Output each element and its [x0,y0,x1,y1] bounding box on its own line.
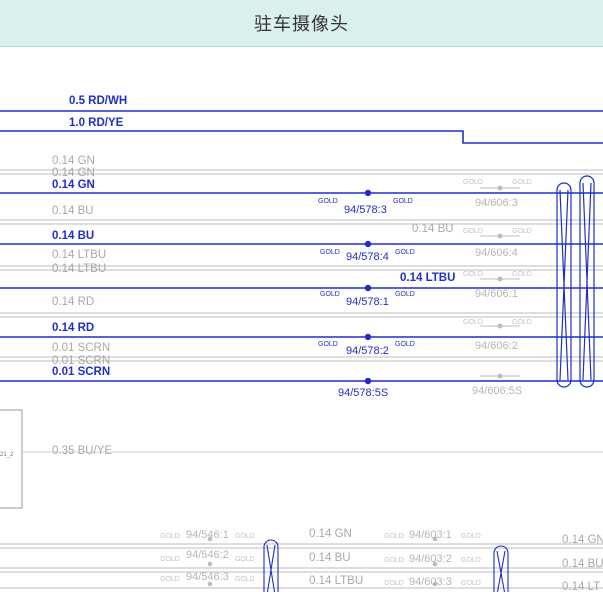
connector-label: 94/578:2 [346,345,389,357]
wiring-diagram: 0.5 RD/WH 1.0 RD/YE 0.14 GN 0.14 BU 0.14… [0,95,603,592]
splice-dot [364,377,372,385]
wire-label: 0.14 LTBU [400,272,455,284]
splice-dot [364,333,372,341]
ghost-connector: 94/606:4 [475,247,518,259]
gold-label: GOLD [395,341,415,348]
svg-text:GOLD: GOLD [235,533,255,540]
ghost-connector: 94/603:3 [409,576,452,588]
splice-dot [364,189,372,197]
svg-text:GOLD: GOLD [235,556,255,563]
svg-text:GOLD: GOLD [463,228,483,235]
ghost-connector: 94/603:1 [409,529,452,541]
wire-label: 0.5 RD/WH [69,95,127,107]
svg-text:GOLD: GOLD [235,576,255,583]
ghost-connector: 94/606:2 [475,340,518,352]
wire-label: 1.0 RD/YE [69,117,124,129]
ghost-connector: 94/546:1 [186,529,229,541]
connector-label: 94/578:3 [344,204,387,216]
ghost-connector: 94/606:1 [475,288,518,300]
ghost-label: 0.14 LTBU [52,263,106,275]
svg-text:GOLD: GOLD [463,179,483,186]
ghost-label: 0.14 GN [562,534,603,546]
gold-label: GOLD [395,249,415,256]
gold-label: GOLD [318,198,338,205]
ghost-connector: 94/606:5S [472,385,522,397]
ghost-label: 0.14 GN [309,528,352,540]
ghost-gold-labels: GOLD GOLD GOLD GOLD GOLD GOLD GOLD GOLD GOLD… [160,179,532,587]
ghost-label: 0.14 RD [52,296,94,308]
ghost-label: 0.14 GN [52,167,95,179]
ghost-label: 0.14 BU [52,205,94,217]
svg-text:GOLD: GOLD [160,556,180,563]
twisted-pair-symbol [556,175,595,388]
component-box [0,409,23,509]
ghost-label: 0.01 SCRN [52,355,110,367]
ghost-label: 0.14 GN [52,155,95,167]
ghost-connector: 94/546:2 [186,549,229,561]
svg-text:GOLD: GOLD [512,228,532,235]
ghost-label: 0.14 BU [309,552,351,564]
gold-label: GOLD [320,291,340,298]
component-box-label: 21_2 [0,452,14,458]
ghost-splice-points [207,185,503,587]
ghost-label: 0.14 LTBU [52,249,106,261]
ghost-connector: 94/603:2 [409,553,452,565]
gold-label: GOLD [318,341,338,348]
svg-text:GOLD: GOLD [384,557,404,564]
svg-text:GOLD: GOLD [461,557,481,564]
wire-label: 0.14 BU [52,230,94,242]
svg-text:GOLD: GOLD [160,576,180,583]
connector-label: 94/578:1 [346,296,389,308]
splice-dot [364,240,372,248]
svg-text:GOLD: GOLD [463,319,483,326]
svg-text:GOLD: GOLD [160,533,180,540]
wire-label: 0.14 GN [52,179,95,191]
connector-label: 94/578:4 [346,251,389,263]
gold-label: GOLD [393,198,413,205]
blue-wire-labels: 0.5 RD/WH 1.0 RD/YE 0.14 GN 0.14 BU 0.14… [52,95,455,378]
ghost-label: 0.01 SCRN [52,342,110,354]
connector-labels: 94/578:3 94/578:4 94/578:1 94/578:2 94/5… [338,204,389,399]
gold-label: GOLD [320,249,340,256]
svg-text:GOLD: GOLD [512,319,532,326]
svg-text:GOLD: GOLD [461,533,481,540]
ghost-connector: 94/606:3 [475,197,518,209]
ghost-connector: 94/546:3 [186,571,229,583]
gold-label: GOLD [395,291,415,298]
svg-text:GOLD: GOLD [384,580,404,587]
ghost-label: 0.14 BU [562,558,603,570]
svg-text:GOLD: GOLD [512,271,532,278]
ghost-label: 0.14 LTBU [309,575,363,587]
wire-label: 0.01 SCRN [52,366,110,378]
ghost-label: 0.35 BU/YE [52,445,112,457]
ghost-label: 0.14 LT [562,581,600,592]
wire-label: 0.14 RD [52,322,94,334]
connector-label: 94/578:5S [338,387,388,399]
svg-text:GOLD: GOLD [463,271,483,278]
ghost-label: 0.14 BU [412,223,454,235]
svg-text:GOLD: GOLD [461,580,481,587]
svg-text:GOLD: GOLD [512,179,532,186]
splice-dot [364,284,372,292]
svg-text:GOLD: GOLD [384,533,404,540]
